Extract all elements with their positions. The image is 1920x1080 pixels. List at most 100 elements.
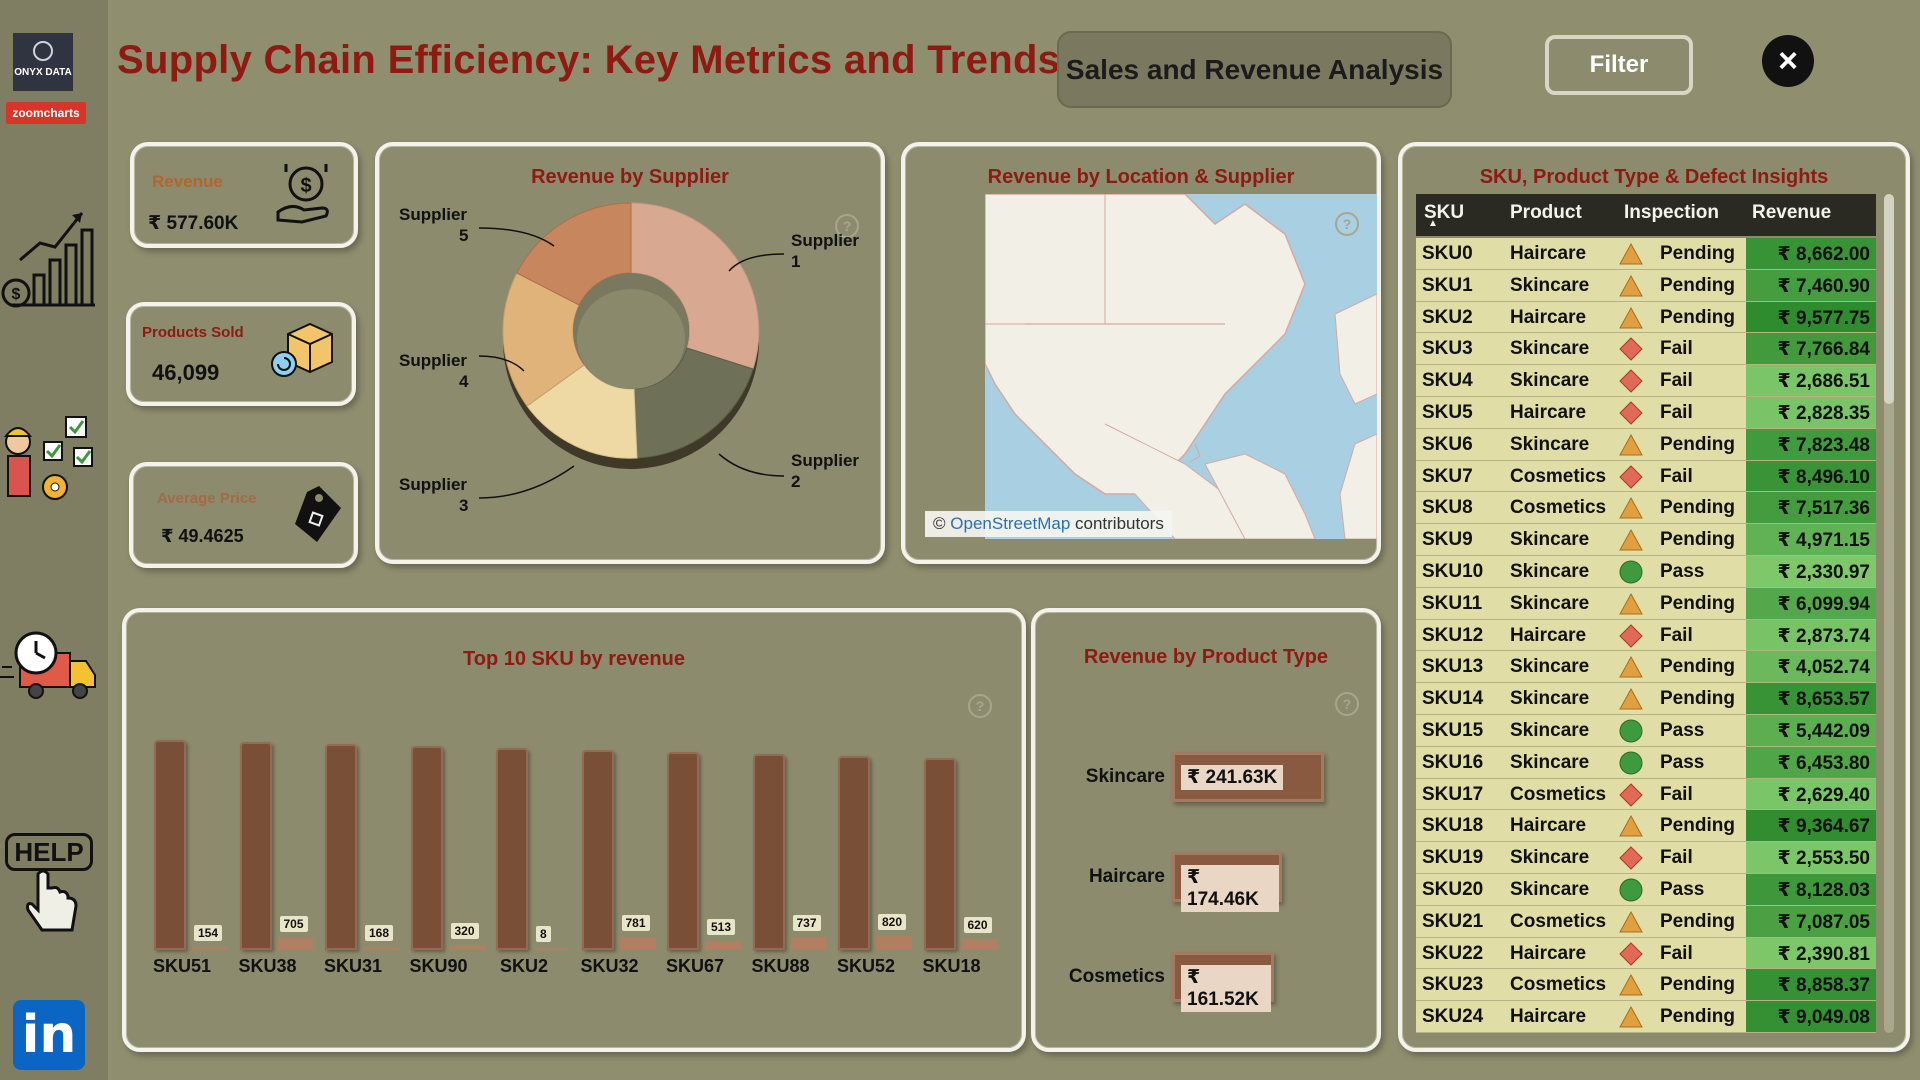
sku-bar[interactable]	[410, 746, 443, 950]
warning-triangle-icon	[1619, 688, 1643, 710]
table-row[interactable]: SKU5 Haircare Fail ₹ 2,828.35	[1416, 396, 1876, 429]
worker-checklist-icon[interactable]	[0, 412, 100, 512]
sku-bar[interactable]	[154, 740, 186, 950]
cell-sku: SKU24	[1422, 1006, 1484, 1028]
revenue-growth-icon[interactable]: $	[0, 205, 100, 315]
table-row[interactable]: SKU23 Cosmetics Pending ₹ 8,858.37	[1416, 969, 1876, 1002]
sku-secondary-value: 8	[536, 926, 551, 942]
table-row[interactable]: SKU9 Skincare Pending ₹ 4,971.15	[1416, 524, 1876, 556]
table-row[interactable]: SKU6 Skincare Pending ₹ 7,823.48	[1416, 428, 1876, 461]
cell-inspection: Pass	[1660, 878, 1705, 900]
table-row[interactable]: SKU7 Cosmetics Fail ₹ 8,496.10	[1416, 460, 1876, 493]
table-row[interactable]: SKU21 Cosmetics Pending ₹ 7,087.05	[1416, 905, 1876, 938]
cell-revenue: ₹ 5,442.09	[1777, 720, 1870, 742]
sku-secondary-bar[interactable]	[790, 937, 827, 950]
table-body: SKU0 Haircare Pending ₹ 8,662.00 SKU1 Skincar…	[1416, 238, 1876, 1033]
sku-secondary-bar[interactable]	[619, 936, 656, 950]
table-row[interactable]: SKU17 Cosmetics Fail ₹ 2,629.40	[1416, 778, 1876, 811]
close-icon[interactable]: ×	[1762, 35, 1814, 87]
cell-inspection: Pending	[1660, 974, 1735, 996]
sku-secondary-bar[interactable]	[448, 944, 485, 950]
cell-sku: SKU5	[1422, 401, 1473, 423]
cell-revenue: ₹ 7,517.36	[1777, 498, 1870, 520]
cell-product: Haircare	[1510, 624, 1587, 646]
cell-sku: SKU21	[1422, 910, 1484, 932]
cell-sku: SKU8	[1422, 497, 1473, 519]
table-row[interactable]: SKU18 Haircare Pending ₹ 9,364.67	[1416, 810, 1876, 843]
sku-secondary-bar[interactable]	[192, 947, 228, 950]
sku-bar[interactable]	[667, 752, 699, 950]
table-row[interactable]: SKU16 Skincare Pass ₹ 6,453.80	[1416, 746, 1876, 779]
table-row[interactable]: SKU24 Haircare Pending ₹ 9,049.08	[1416, 1001, 1876, 1033]
cell-product: Haircare	[1510, 815, 1587, 837]
table-row[interactable]: SKU0 Haircare Pending ₹ 8,662.00	[1416, 238, 1876, 270]
table-row[interactable]: SKU8 Cosmetics Pending ₹ 7,517.36	[1416, 492, 1876, 525]
pointer-hand-icon	[26, 870, 78, 932]
filter-button[interactable]: Filter	[1545, 35, 1693, 95]
sku-axis-label: SKU32	[580, 956, 639, 976]
table-row[interactable]: SKU15 Skincare Pass ₹ 5,442.09	[1416, 714, 1876, 747]
cell-sku: SKU0	[1422, 243, 1473, 264]
sales-revenue-nav-button[interactable]: Sales and Revenue Analysis	[1057, 31, 1452, 108]
table-row[interactable]: SKU4 Skincare Fail ₹ 2,686.51	[1416, 365, 1876, 397]
cell-revenue: ₹ 7,766.84	[1777, 339, 1870, 361]
table-row[interactable]: SKU13 Skincare Pending ₹ 4,052.74	[1416, 651, 1876, 684]
supplier-3-number: 3	[459, 496, 469, 515]
product-type-bar[interactable]: ₹ 241.63K	[1172, 752, 1324, 802]
table-row[interactable]: SKU3 Skincare Fail ₹ 7,766.84	[1416, 333, 1876, 366]
product-type-bar[interactable]: ₹ 161.52K	[1172, 952, 1274, 1012]
product-type-bar-chart: Skincare ₹ 241.63K Haircare ₹ 174.46K Cosmet…	[1035, 612, 1377, 1048]
sku-bar[interactable]	[838, 756, 870, 950]
help-icon[interactable]: ?	[1335, 212, 1359, 236]
table-row[interactable]: SKU2 Haircare Pending ₹ 9,577.75	[1416, 301, 1876, 334]
sku-secondary-bar[interactable]	[705, 941, 741, 950]
cell-revenue: ₹ 8,496.10	[1777, 466, 1870, 488]
sku-secondary-bar[interactable]	[961, 939, 998, 950]
linkedin-icon[interactable]: in	[13, 1000, 85, 1070]
help-button[interactable]: HELP	[2, 830, 98, 940]
openstreetmap-link[interactable]: OpenStreetMap	[950, 514, 1070, 533]
header-inspection[interactable]: Inspection	[1624, 202, 1719, 224]
product-type-bar[interactable]: ₹ 174.46K	[1172, 852, 1282, 912]
table-row[interactable]: SKU12 Haircare Fail ₹ 2,873.74	[1416, 619, 1876, 652]
sku-bar[interactable]	[752, 754, 785, 950]
sku-bar[interactable]	[496, 748, 528, 950]
header-product[interactable]: Product	[1510, 202, 1582, 224]
sku-secondary-bar[interactable]	[876, 936, 912, 950]
cell-inspection: Pending	[1660, 433, 1735, 455]
table-row[interactable]: SKU20 Skincare Pass ₹ 8,128.03	[1416, 873, 1876, 906]
fail-diamond-icon	[1619, 464, 1643, 489]
scrollbar-thumb[interactable]	[1884, 194, 1894, 404]
sku-bar[interactable]	[325, 744, 357, 950]
table-row[interactable]: SKU11 Skincare Pending ₹ 6,099.94	[1416, 587, 1876, 620]
cell-inspection: Pass	[1660, 719, 1705, 741]
cell-product: Cosmetics	[1510, 783, 1607, 805]
sort-asc-icon[interactable]: ▲	[1428, 218, 1438, 229]
cell-product: Haircare	[1510, 243, 1587, 264]
sku-bar[interactable]	[923, 758, 956, 950]
sku-secondary-bar[interactable]	[277, 937, 314, 950]
table-row[interactable]: SKU10 Skincare Pass ₹ 2,330.97	[1416, 555, 1876, 588]
cell-inspection: Fail	[1660, 370, 1693, 392]
table-row[interactable]: SKU19 Skincare Fail ₹ 2,553.50	[1416, 842, 1876, 874]
table-row[interactable]: SKU22 Haircare Fail ₹ 2,390.81	[1416, 937, 1876, 970]
cell-revenue: ₹ 2,330.97	[1777, 561, 1870, 583]
sku-secondary-value: 781	[621, 914, 650, 931]
sku-bar[interactable]	[581, 750, 614, 950]
cell-product: Skincare	[1510, 878, 1590, 900]
sku-secondary-bar[interactable]	[363, 947, 399, 950]
warning-triangle-icon	[1619, 274, 1643, 297]
help-label: HELP	[5, 833, 93, 871]
header-revenue[interactable]: Revenue	[1752, 202, 1831, 224]
table-row[interactable]: SKU1 Skincare Pending ₹ 7,460.90	[1416, 269, 1876, 302]
cell-revenue: ₹ 8,653.57	[1777, 689, 1870, 711]
location-map[interactable]	[985, 194, 1377, 539]
table-scrollbar[interactable]	[1884, 194, 1894, 1033]
supplier-1-label: Supplier 1	[791, 230, 859, 272]
sku-secondary-bar[interactable]	[534, 948, 570, 950]
delivery-truck-icon[interactable]	[0, 625, 100, 705]
sku-bar[interactable]	[239, 742, 272, 950]
cell-revenue: ₹ 8,662.00	[1777, 244, 1870, 265]
cell-revenue: ₹ 7,460.90	[1777, 275, 1870, 297]
table-row[interactable]: SKU14 Skincare Pending ₹ 8,653.57	[1416, 683, 1876, 715]
